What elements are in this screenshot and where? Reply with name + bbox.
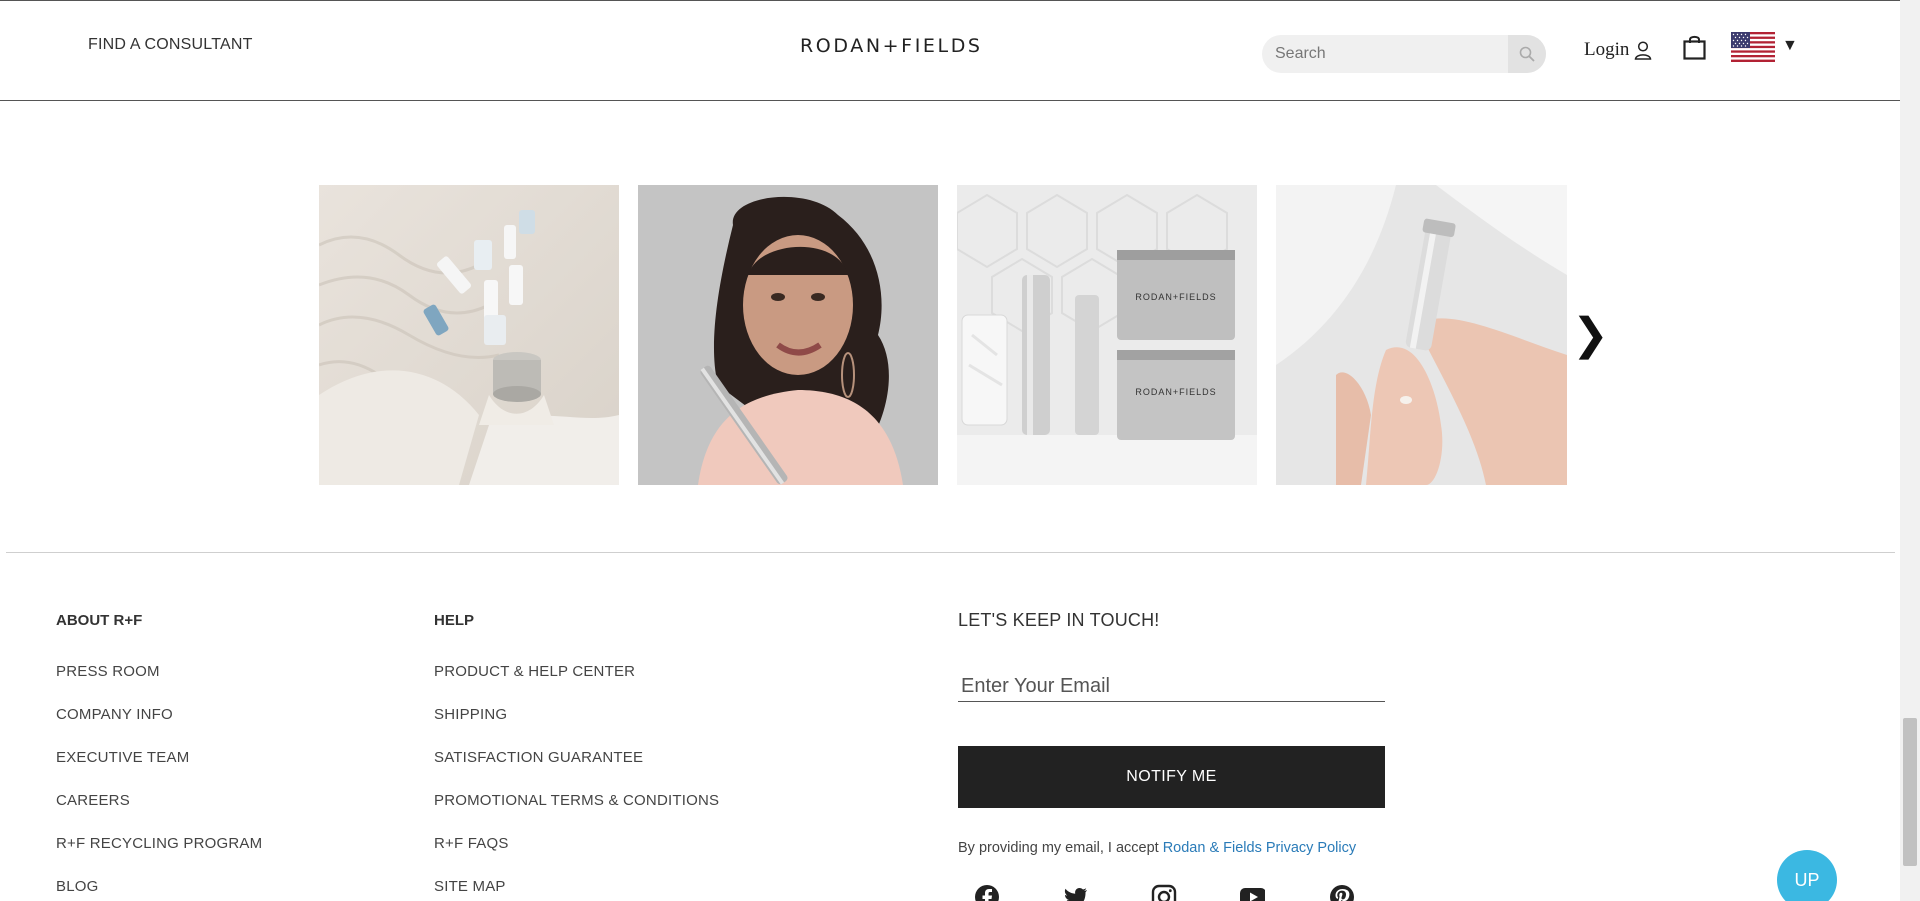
notify-me-button[interactable]: NOTIFY ME xyxy=(958,746,1385,808)
promotional-terms-link[interactable]: PROMOTIONAL TERMS & CONDITIONS xyxy=(434,792,719,809)
product-help-center-link[interactable]: PRODUCT & HELP CENTER xyxy=(434,663,635,680)
rodan-fields-logo[interactable]: RODAN+FIELDS xyxy=(800,35,983,57)
user-icon xyxy=(1635,41,1652,60)
photo-image xyxy=(638,185,938,485)
gallery-photo-1[interactable] xyxy=(319,185,619,485)
twitter-icon[interactable] xyxy=(1063,884,1089,901)
press-room-link[interactable]: PRESS ROOM xyxy=(56,663,160,680)
search-button[interactable] xyxy=(1508,35,1546,73)
careers-link[interactable]: CAREERS xyxy=(56,792,130,809)
blog-link[interactable]: BLOG xyxy=(56,878,98,895)
login-label: Login xyxy=(1584,39,1630,60)
consent-text: By providing my email, I accept xyxy=(958,840,1163,856)
company-info-link[interactable]: COMPANY INFO xyxy=(56,706,173,723)
search-icon xyxy=(1519,46,1535,62)
recycling-program-link[interactable]: R+F RECYCLING PROGRAM xyxy=(56,835,262,852)
newsletter-email-field[interactable] xyxy=(958,672,1385,702)
shopping-bag-icon xyxy=(1683,35,1706,60)
about-column-title: ABOUT R+F xyxy=(56,612,143,629)
site-header: FIND A CONSULTANT RODAN+FIELDS Login xyxy=(0,0,1900,101)
search-box xyxy=(1262,35,1546,73)
site-map-link[interactable]: SITE MAP xyxy=(434,878,506,895)
photo-gallery: RODAN+FIELDS RODAN+FIELDS xyxy=(319,185,1609,485)
rf-faqs-link[interactable]: R+F FAQS xyxy=(434,835,509,852)
executive-team-link[interactable]: EXECUTIVE TEAM xyxy=(56,749,189,766)
gallery-photo-4[interactable] xyxy=(1276,185,1567,485)
find-consultant-link[interactable]: FIND A CONSULTANT xyxy=(88,36,253,54)
facebook-icon[interactable] xyxy=(974,884,1000,901)
svg-text:RODAN+FIELDS: RODAN+FIELDS xyxy=(1135,387,1216,397)
scrollbar-thumb[interactable] xyxy=(1903,718,1917,866)
shopping-bag-button[interactable] xyxy=(1683,34,1706,65)
newsletter-title: LET'S KEEP IN TOUCH! xyxy=(958,610,1160,630)
photo-image xyxy=(1276,185,1567,485)
page-scrollbar[interactable] xyxy=(1900,0,1920,901)
country-dropdown-caret-icon[interactable]: ▼ xyxy=(1782,37,1798,55)
gallery-photo-3[interactable]: RODAN+FIELDS RODAN+FIELDS xyxy=(957,185,1257,485)
footer-divider xyxy=(6,552,1895,553)
privacy-policy-link[interactable]: Rodan & Fields Privacy Policy xyxy=(1163,840,1356,856)
photo-image: RODAN+FIELDS RODAN+FIELDS xyxy=(957,185,1257,485)
login-link[interactable]: Login xyxy=(1584,39,1653,61)
scroll-up-button[interactable]: UP xyxy=(1777,850,1837,901)
svg-text:RODAN+FIELDS: RODAN+FIELDS xyxy=(1135,292,1216,302)
pinterest-icon[interactable] xyxy=(1329,884,1355,901)
gallery-next-arrow[interactable]: ❯ xyxy=(1572,313,1609,357)
photo-image xyxy=(319,185,619,485)
privacy-consent-text: By providing my email, I accept Rodan & … xyxy=(958,840,1356,856)
satisfaction-guarantee-link[interactable]: SATISFACTION GUARANTEE xyxy=(434,749,643,766)
us-flag-icon[interactable] xyxy=(1731,32,1775,62)
shipping-link[interactable]: SHIPPING xyxy=(434,706,507,723)
youtube-icon[interactable] xyxy=(1239,884,1265,901)
gallery-photo-2[interactable] xyxy=(638,185,938,485)
instagram-icon[interactable] xyxy=(1151,884,1177,901)
help-column-title: HELP xyxy=(434,612,475,629)
search-input[interactable] xyxy=(1262,35,1510,73)
